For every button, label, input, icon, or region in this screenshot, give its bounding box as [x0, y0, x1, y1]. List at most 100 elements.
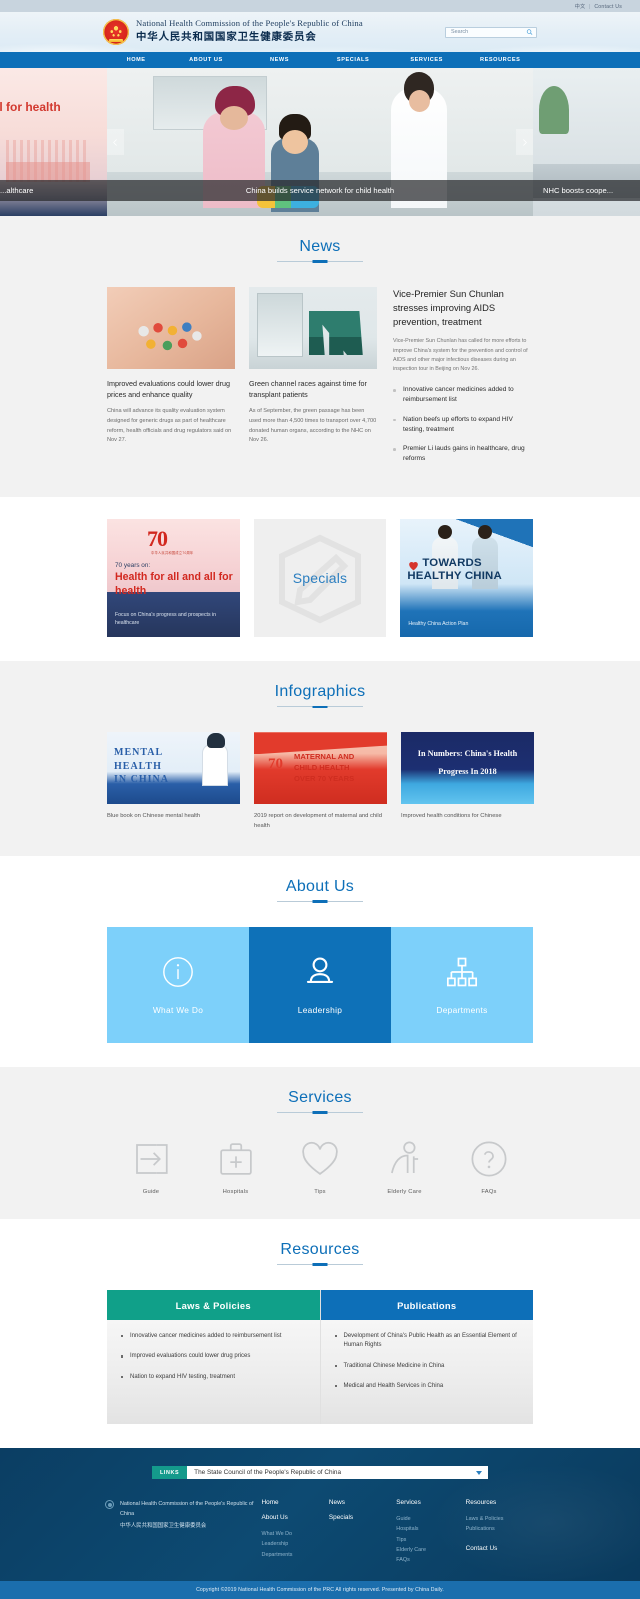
footer-link-tips[interactable]: Tips: [396, 1535, 465, 1545]
search-input[interactable]: [451, 29, 524, 35]
footer-column-news: News Specials: [329, 1499, 396, 1565]
resources-tab-laws[interactable]: Laws & Policies: [107, 1290, 320, 1321]
footer-link-leadership[interactable]: Leadership: [262, 1539, 329, 1549]
service-item-elderly-care[interactable]: Elderly Care: [369, 1138, 441, 1195]
resource-link[interactable]: Traditional Chinese Medicine in China: [334, 1362, 520, 1371]
lead-related-link[interactable]: Nation beefs up efforts to expand HIV te…: [393, 415, 533, 435]
service-label: Guide: [142, 1189, 160, 1196]
footer-link-elderly-care[interactable]: Elderly Care: [396, 1545, 465, 1555]
nav-item-services[interactable]: SERVICES: [390, 52, 464, 68]
hero-carousel: ll for health ...althcare China builds s…: [0, 68, 640, 216]
links-selected-value: The State Council of the People's Republ…: [194, 1469, 342, 1477]
person-icon: [306, 957, 334, 984]
resource-link[interactable]: Improved evaluations could lower drug pr…: [121, 1352, 306, 1361]
nav-item-home[interactable]: HOME: [103, 52, 169, 68]
carousel-slide-current[interactable]: China builds service network for child h…: [107, 68, 533, 216]
infographic-thumbnail-numbers[interactable]: In Numbers: China's Health Progress In 2…: [401, 732, 534, 805]
lead-summary: Vice-Premier Sun Chunlan has called for …: [393, 338, 528, 372]
specials-label-card: Specials: [253, 519, 387, 638]
infographic-caption[interactable]: 2019 report on development of maternal a…: [254, 812, 387, 832]
site-footer: LINKS The State Council of the People's …: [0, 1448, 640, 1582]
resource-link[interactable]: Medical and Health Services in China: [334, 1382, 520, 1391]
footer-link-about-us[interactable]: About Us: [262, 1514, 329, 1521]
footer-link-contact-us[interactable]: Contact Us: [466, 1545, 535, 1552]
footer-column-home: Home About Us What We Do Leadership Depa…: [262, 1499, 329, 1565]
resources-section: Resources Laws & Policies Innovative can…: [0, 1219, 640, 1449]
infographic-thumbnail-mental-health[interactable]: MENTAL HEALTH IN CHINA: [107, 732, 240, 805]
footer-link-what-we-do[interactable]: What We Do: [262, 1529, 329, 1539]
infographic-card[interactable]: In Numbers: China's Health Progress In 2…: [401, 732, 534, 832]
news-thumbnail-corridor[interactable]: [249, 287, 377, 369]
carousel-slide-next[interactable]: NHC boosts coope...: [533, 68, 640, 216]
about-tile-label: Departments: [436, 1005, 488, 1016]
footer-link-departments[interactable]: Departments: [262, 1550, 329, 1560]
nav-item-news[interactable]: NEWS: [243, 52, 317, 68]
news-card[interactable]: Improved evaluations could lower drug pr…: [107, 287, 235, 473]
language-link[interactable]: 中文: [574, 4, 587, 10]
services-section-title: Services: [107, 1089, 533, 1116]
search-icon[interactable]: [526, 29, 533, 36]
links-dropdown[interactable]: The State Council of the People's Republ…: [187, 1466, 488, 1480]
infographic-card[interactable]: 70 MATERNAL AND CHILD HEALTH OVER 70 YEA…: [254, 732, 387, 832]
footer-column-services: Services Guide Hospitals Tips Elderly Ca…: [396, 1499, 465, 1565]
special-card-left[interactable]: 70 中华人民共和国成立70周年 70 years on: Health for…: [107, 519, 240, 638]
footer-links-selector: LINKS The State Council of the People's …: [152, 1466, 488, 1480]
news-headline[interactable]: Improved evaluations could lower drug pr…: [107, 378, 235, 400]
footer-link-services[interactable]: Services: [396, 1499, 465, 1506]
footer-link-hospitals[interactable]: Hospitals: [396, 1524, 465, 1534]
contact-us-link[interactable]: Contact Us: [593, 4, 623, 10]
special-card-right[interactable]: TOWARDS HEALTHY CHINA Healthy China Acti…: [400, 519, 534, 638]
resources-tab-publications[interactable]: Publications: [320, 1290, 533, 1321]
nav-item-about-us[interactable]: ABOUT US: [169, 52, 243, 68]
copyright-bar: Copyright ©2019 National Health Commissi…: [0, 1581, 640, 1599]
special-kicker: 70 years on:: [115, 562, 151, 570]
resource-link[interactable]: Innovative cancer medicines added to rei…: [121, 1332, 306, 1341]
footer-link-guide[interactable]: Guide: [396, 1514, 465, 1524]
service-item-hospitals[interactable]: Hospitals: [200, 1138, 272, 1195]
special-headline: Health for all and all for health: [115, 571, 233, 597]
news-lead-story: Vice-Premier Sun Chunlan stresses improv…: [393, 287, 533, 473]
lead-related-link[interactable]: Innovative cancer medicines added to rei…: [393, 385, 533, 405]
nav-item-specials[interactable]: SPECIALS: [316, 52, 390, 68]
search-box[interactable]: [445, 26, 537, 38]
copyright-text: Copyright ©2019 National Health Commissi…: [196, 1587, 444, 1594]
about-tile-what-we-do[interactable]: What We Do: [107, 927, 249, 1044]
resource-link[interactable]: Nation to expand HIV testing, treatment: [121, 1373, 306, 1382]
org-chart-icon: [446, 957, 478, 987]
carousel-prev-button[interactable]: [107, 129, 124, 155]
service-item-tips[interactable]: Tips: [284, 1138, 356, 1195]
lead-related-link[interactable]: Premier Li lauds gains in healthcare, dr…: [393, 444, 533, 464]
chevron-right-icon: [523, 138, 527, 146]
footer-link-faqs[interactable]: FAQs: [396, 1555, 465, 1565]
news-section-title: News: [107, 238, 533, 265]
footer-link-resources[interactable]: Resources: [466, 1499, 535, 1506]
lead-headline[interactable]: Vice-Premier Sun Chunlan stresses improv…: [393, 287, 533, 329]
infographics-section-title: Infographics: [107, 683, 533, 710]
carousel-next-button[interactable]: [516, 129, 533, 155]
arrow-into-box-icon: [136, 1144, 168, 1174]
infographic-thumbnail-maternal[interactable]: 70 MATERNAL AND CHILD HEALTH OVER 70 YEA…: [254, 732, 387, 805]
service-item-guide[interactable]: Guide: [115, 1138, 187, 1195]
specials-label[interactable]: Specials: [293, 570, 348, 586]
about-tile-leadership[interactable]: Leadership: [249, 927, 391, 1044]
news-headline[interactable]: Green channel races against time for tra…: [249, 378, 377, 400]
news-card[interactable]: Green channel races against time for tra…: [249, 287, 377, 473]
footer-link-laws-policies[interactable]: Laws & Policies: [466, 1514, 535, 1524]
infographic-caption[interactable]: Improved health conditions for Chinese: [401, 812, 534, 822]
page-root: 中文 | Contact Us National Health Commissi…: [0, 0, 640, 1599]
service-item-faqs[interactable]: FAQs: [453, 1138, 525, 1195]
footer-link-news[interactable]: News: [329, 1499, 396, 1506]
anniversary-badge: 70: [268, 756, 283, 773]
infographic-card[interactable]: MENTAL HEALTH IN CHINA Blue book on Chin…: [107, 732, 240, 832]
poster-building-art: [6, 140, 90, 182]
about-tile-departments[interactable]: Departments: [391, 927, 533, 1044]
carousel-slide-prev[interactable]: ll for health ...althcare: [0, 68, 107, 216]
footer-link-specials[interactable]: Specials: [329, 1514, 396, 1521]
footer-link-publications[interactable]: Publications: [466, 1524, 535, 1534]
footer-link-home[interactable]: Home: [262, 1499, 329, 1506]
infographic-caption[interactable]: Blue book on Chinese mental health: [107, 812, 240, 822]
news-thumbnail-pills[interactable]: [107, 287, 235, 369]
utility-links: 中文 | Contact Us: [574, 3, 623, 10]
nav-item-resources[interactable]: RESOURCES: [463, 52, 537, 68]
resource-link[interactable]: Development of China's Public Health as …: [334, 1332, 520, 1351]
